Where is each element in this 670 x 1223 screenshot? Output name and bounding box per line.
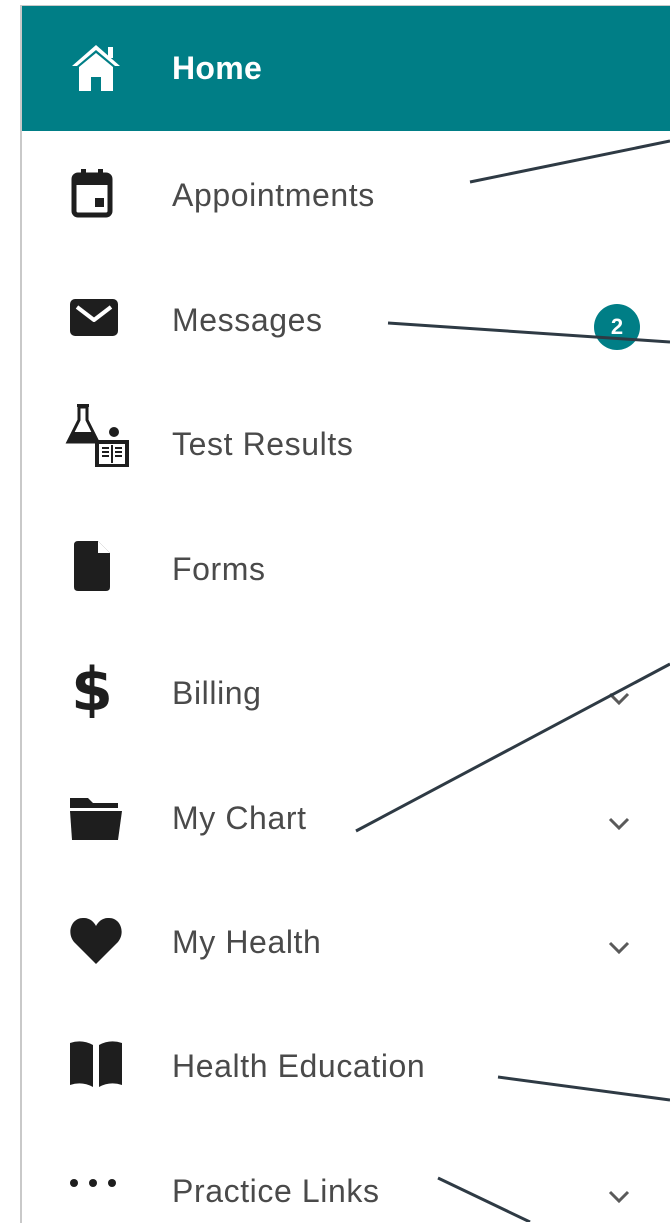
envelope-icon [68,290,124,346]
svg-text:$: $ [71,656,113,718]
sidebar-nav: Home Appointments Messages 2 Test Result… [20,5,670,1223]
heart-icon [68,912,124,968]
chevron-down-icon[interactable] [606,686,632,712]
nav-item-my-health[interactable]: My Health [22,878,670,1002]
chevron-down-icon[interactable] [606,1184,632,1210]
nav-item-my-chart[interactable]: My Chart [22,754,670,878]
chevron-down-icon[interactable] [606,935,632,961]
nav-item-label: Messages [172,302,323,338]
nav-item-label: Test Results [172,426,354,462]
nav-item-label: Forms [172,551,266,587]
nav-item-health-education[interactable]: Health Education [22,1002,670,1126]
nav-item-label: Billing [172,675,262,711]
nav-item-billing[interactable]: $ Billing [22,629,670,753]
nav-item-forms[interactable]: Forms [22,505,670,629]
nav-item-messages[interactable]: Messages 2 [22,256,670,380]
nav-item-label: Home [172,50,263,86]
nav-item-label: Practice Links [172,1173,380,1209]
calendar-icon [68,165,124,221]
nav-item-test-results[interactable]: Test Results [22,380,670,504]
nav-item-label: Health Education [172,1048,426,1084]
book-icon [68,1035,124,1091]
home-icon [68,39,124,95]
test-results-icon [62,400,134,470]
document-icon [68,537,124,593]
nav-item-label: Appointments [172,177,375,213]
nav-item-home[interactable]: Home [22,6,670,131]
nav-item-practice-links[interactable]: Practice Links [22,1127,670,1223]
nav-item-label: My Health [172,924,322,960]
folder-icon [68,788,124,844]
unread-count-badge: 2 [594,304,640,350]
nav-item-appointments[interactable]: Appointments [22,131,670,255]
dollar-icon: $ [68,656,124,718]
more-horizontal-icon [68,1155,124,1211]
chevron-down-icon[interactable] [606,811,632,837]
nav-item-label: My Chart [172,800,307,836]
